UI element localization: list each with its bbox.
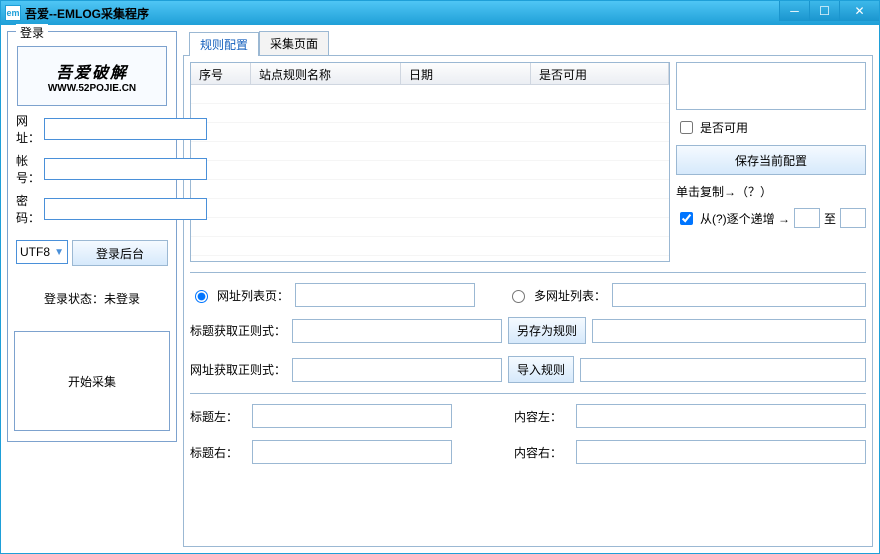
col-index: 序号 <box>191 63 251 84</box>
save-as-rule-button[interactable]: 另存为规则 <box>508 317 586 344</box>
tab-collect-page[interactable]: 采集页面 <box>259 31 329 55</box>
to-label: 至 <box>824 210 836 227</box>
preview-box <box>676 62 866 110</box>
login-status: 登录状态：未登录 <box>14 270 170 327</box>
title-regex-label: 标题获取正则式： <box>190 322 286 339</box>
logo: 吾爱破解 WWW.52POJIE.CN <box>17 46 167 106</box>
col-rule-name: 站点规则名称 <box>251 63 401 84</box>
rule-extra-input-1[interactable] <box>592 319 866 343</box>
app-window: em 吾爱--EMLOG采集程序 ─ ☐ ✕ 登录 吾爱破解 WWW.52POJ… <box>0 0 880 554</box>
multi-url-label: 多网址列表： <box>534 287 606 304</box>
copy-hint: 单击复制→（？） <box>676 183 866 200</box>
title-left-label: 标题左： <box>190 408 246 425</box>
status-value: 未登录 <box>104 292 140 306</box>
url-list-input[interactable] <box>295 283 475 307</box>
multi-url-input[interactable] <box>612 283 866 307</box>
app-icon: em <box>5 5 21 21</box>
content-left-input[interactable] <box>576 404 866 428</box>
multi-url-radio[interactable] <box>512 290 525 303</box>
status-label: 登录状态： <box>44 292 104 306</box>
chevron-down-icon: ▼ <box>54 247 64 258</box>
encoding-value: UTF8 <box>20 245 50 259</box>
user-input[interactable] <box>44 158 207 180</box>
grid-header: 序号 站点规则名称 日期 是否可用 <box>191 63 669 85</box>
title-left-input[interactable] <box>252 404 452 428</box>
content-right-input[interactable] <box>576 440 866 464</box>
pass-input[interactable] <box>44 198 207 220</box>
start-collect-button[interactable]: 开始采集 <box>68 373 116 390</box>
logo-text: 吾爱破解 <box>56 59 128 83</box>
rule-extra-input-2[interactable] <box>580 358 866 382</box>
url-regex-label: 网址获取正则式： <box>190 361 286 378</box>
col-date: 日期 <box>401 63 531 84</box>
tab-rule-config[interactable]: 规则配置 <box>189 32 259 56</box>
url-list-radio[interactable] <box>195 290 208 303</box>
url-regex-input[interactable] <box>292 358 502 382</box>
url-input[interactable] <box>44 118 207 140</box>
save-config-button[interactable]: 保存当前配置 <box>676 145 866 175</box>
increment-checkbox[interactable] <box>680 212 693 225</box>
url-list-label: 网址列表页： <box>217 287 289 304</box>
window-title: 吾爱--EMLOG采集程序 <box>25 5 779 22</box>
import-rule-button[interactable]: 导入规则 <box>508 356 574 383</box>
login-group: 登录 吾爱破解 WWW.52POJIE.CN 网址： 帐号： 密码： <box>7 31 177 442</box>
close-button[interactable]: ✕ <box>839 1 879 21</box>
usable-label: 是否可用 <box>700 119 748 136</box>
col-usable: 是否可用 <box>531 63 669 84</box>
titlebar: em 吾爱--EMLOG采集程序 ─ ☐ ✕ <box>1 1 879 25</box>
increment-label: 从(?)逐个递增 → <box>700 210 790 227</box>
usable-checkbox[interactable] <box>680 121 693 134</box>
pass-label: 密码： <box>16 192 40 226</box>
login-legend: 登录 <box>16 24 48 41</box>
content-right-label: 内容右： <box>514 444 570 461</box>
user-label: 帐号： <box>16 152 40 186</box>
title-right-label: 标题右： <box>190 444 246 461</box>
title-regex-input[interactable] <box>292 319 502 343</box>
logo-subtext: WWW.52POJIE.CN <box>48 83 136 94</box>
minimize-button[interactable]: ─ <box>779 1 809 21</box>
content-left-label: 内容左： <box>514 408 570 425</box>
title-right-input[interactable] <box>252 440 452 464</box>
grid-body <box>191 85 669 261</box>
maximize-button[interactable]: ☐ <box>809 1 839 21</box>
login-button[interactable]: 登录后台 <box>72 240 168 266</box>
increment-from-input[interactable] <box>794 208 820 228</box>
rule-grid[interactable]: 序号 站点规则名称 日期 是否可用 <box>190 62 670 262</box>
encoding-select[interactable]: UTF8 ▼ <box>16 240 68 264</box>
url-label: 网址： <box>16 112 40 146</box>
increment-to-input[interactable] <box>840 208 866 228</box>
